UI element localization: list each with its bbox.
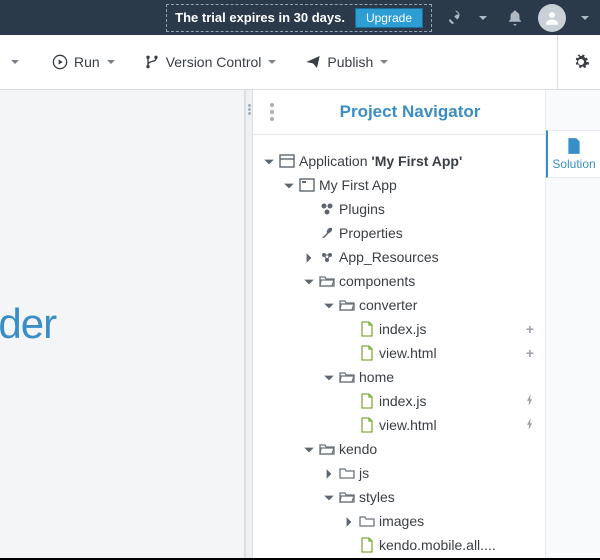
tree-label: home [359, 369, 394, 385]
tree-node-app-resources[interactable]: App_Resources [303, 245, 539, 269]
vcs-label: Version Control [166, 54, 262, 70]
tree-label: kendo [339, 441, 377, 457]
tree-label: view.html [379, 345, 437, 361]
tree-label: converter [359, 297, 417, 313]
application-prefix: Application [299, 153, 371, 169]
tree-label: Properties [339, 225, 403, 241]
tree-node-project[interactable]: My First App [283, 173, 539, 197]
chevron-down-icon[interactable] [10, 57, 20, 67]
tree-label: styles [359, 489, 395, 505]
tree-label: index.js [379, 393, 426, 409]
tree-node-styles[interactable]: styles [323, 485, 539, 509]
tree-label: My First App [319, 177, 397, 193]
file-icon [359, 321, 375, 337]
caret-down-icon[interactable] [303, 443, 315, 455]
tree-node-properties[interactable]: Properties [303, 221, 539, 245]
tree-node-application[interactable]: Application 'My First App' [263, 149, 539, 173]
brand-text: pBuilder [0, 300, 56, 348]
bolt-icon[interactable] [523, 393, 537, 409]
folder-open-icon [339, 369, 355, 385]
add-icon[interactable]: + [523, 345, 537, 361]
trial-text: The trial expires in 30 days. [175, 10, 345, 25]
resources-icon [319, 249, 335, 265]
caret-right-icon[interactable] [303, 251, 315, 263]
tree-node-file[interactable]: index.js [343, 389, 539, 413]
settings-button[interactable] [557, 35, 590, 89]
trial-banner: The trial expires in 30 days. Upgrade [166, 4, 432, 32]
editor-pane: pBuilder [0, 90, 245, 558]
file-icon [359, 393, 375, 409]
tree-node-file[interactable]: kendo.mobile.all.... [343, 533, 539, 557]
tree-node-images[interactable]: images [343, 509, 539, 533]
application-name: 'My First App' [371, 153, 462, 169]
tree-label: view.html [379, 417, 437, 433]
plugins-icon [319, 201, 335, 217]
branch-icon [144, 54, 160, 70]
chevron-down-icon[interactable] [580, 13, 590, 23]
caret-right-icon[interactable] [323, 467, 335, 479]
project-navigator-title: Project Navigator [295, 102, 545, 122]
file-icon [565, 137, 583, 155]
caret-down-icon[interactable] [283, 179, 295, 191]
tree-label: App_Resources [339, 249, 439, 265]
tree-label: Plugins [339, 201, 385, 217]
tree-node-kendo[interactable]: kendo [303, 437, 539, 461]
paper-plane-icon [305, 54, 321, 70]
tree-label: index.js [379, 321, 426, 337]
chevron-down-icon [106, 57, 116, 67]
caret-right-icon[interactable] [343, 515, 355, 527]
tree-node-file[interactable]: view.html + [343, 341, 539, 365]
add-icon[interactable]: + [523, 321, 537, 337]
tree-node-components[interactable]: components [303, 269, 539, 293]
chevron-down-icon[interactable] [478, 13, 488, 23]
tree-node-converter[interactable]: converter [323, 293, 539, 317]
tab-solution[interactable]: Solution [546, 130, 600, 178]
caret-down-icon[interactable] [303, 275, 315, 287]
tree-label: components [339, 273, 415, 289]
chevron-down-icon [379, 57, 389, 67]
avatar[interactable] [538, 4, 566, 32]
splitter-handle[interactable] [245, 90, 253, 558]
tree-node-js[interactable]: js [323, 461, 539, 485]
publish-button[interactable]: Publish [305, 54, 389, 70]
tree-label: images [379, 513, 424, 529]
run-label: Run [74, 54, 100, 70]
bell-icon[interactable] [506, 9, 524, 27]
caret-down-icon[interactable] [263, 155, 275, 167]
tree-node-file[interactable]: view.html [343, 413, 539, 437]
upgrade-button[interactable]: Upgrade [355, 8, 423, 28]
folder-open-icon [339, 297, 355, 313]
caret-down-icon[interactable] [323, 299, 335, 311]
chevron-down-icon [267, 57, 277, 67]
run-button[interactable]: Run [52, 54, 116, 70]
folder-icon [339, 465, 355, 481]
caret-down-icon[interactable] [323, 491, 335, 503]
project-icon [299, 177, 315, 193]
application-icon [279, 153, 295, 169]
wrench-icon [319, 225, 335, 241]
bolt-icon[interactable] [523, 417, 537, 433]
file-icon [359, 537, 375, 553]
tree-label: js [359, 465, 369, 481]
tab-label: Solution [552, 157, 595, 171]
tree-node-plugins[interactable]: Plugins [303, 197, 539, 221]
project-tree: Application 'My First App' My First App [263, 149, 539, 557]
version-control-button[interactable]: Version Control [144, 54, 278, 70]
gear-icon [572, 53, 590, 71]
tree-node-file[interactable]: index.js + [343, 317, 539, 341]
publish-label: Publish [327, 54, 373, 70]
folder-open-icon [319, 273, 335, 289]
file-icon [359, 417, 375, 433]
folder-open-icon [319, 441, 335, 457]
tree-label: kendo.mobile.all.... [379, 537, 496, 553]
folder-open-icon [339, 489, 355, 505]
kebab-menu[interactable] [263, 103, 281, 121]
caret-down-icon[interactable] [323, 371, 335, 383]
rocket-icon[interactable] [446, 9, 464, 27]
folder-icon [359, 513, 375, 529]
play-circle-icon [52, 54, 68, 70]
tree-node-home[interactable]: home [323, 365, 539, 389]
file-icon [359, 345, 375, 361]
